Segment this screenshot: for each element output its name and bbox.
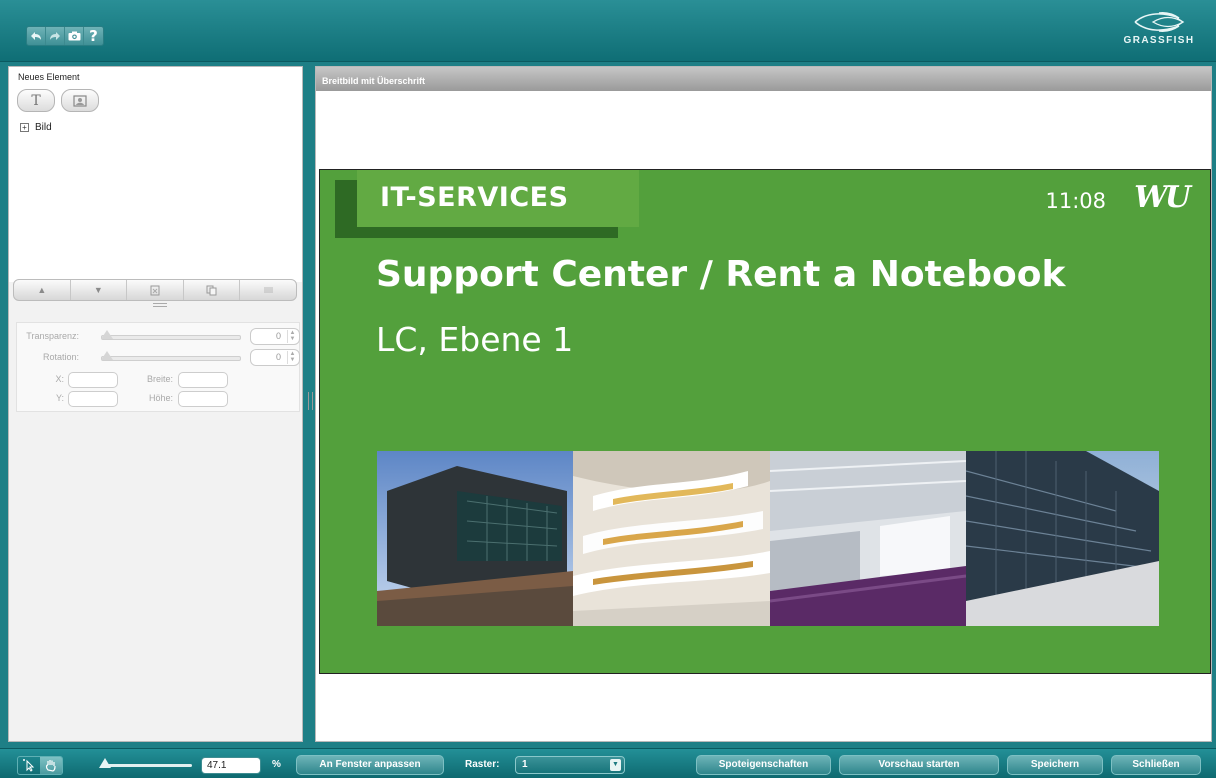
camera-icon[interactable] [65,27,84,45]
layer-order-toolbar: ▲ ▼ [13,279,297,301]
raster-select[interactable]: 1 ▼ [515,756,625,774]
select-tool-icon[interactable] [18,757,40,774]
bring-front-icon[interactable] [127,280,184,300]
image-element-icon [73,94,87,107]
transparency-label: Transparenz: [26,331,79,341]
raster-value: 1 [522,759,528,770]
element-panel: Neues Element T + Bild ▲ ▼ Transparenz: … [8,66,303,742]
rotation-input[interactable]: 0 ▲ ▼ [250,349,300,366]
height-field[interactable] [178,391,228,407]
y-label: Y: [55,393,64,403]
canvas-tools [17,756,63,775]
hand-tool-icon[interactable] [40,757,62,774]
slide-preview[interactable]: IT-SERVICES 11:08 WU Support Center / Re… [319,169,1211,674]
copy-icon[interactable] [184,280,241,300]
transparency-slider[interactable] [101,335,241,340]
move-down-icon[interactable]: ▼ [71,280,128,300]
zoom-unit: % [272,759,281,770]
rotation-value: 0 [275,352,281,362]
preview-button[interactable]: Vorschau starten [839,755,999,775]
raster-label: Raster: [465,759,500,770]
hall-interior-photo [770,451,966,626]
zoom-input[interactable]: 47.1 [201,757,261,774]
brand-name: GRASSFISH [1123,35,1195,46]
tree-item-label: Bild [35,122,52,133]
move-up-icon[interactable]: ▲ [14,280,71,300]
new-element-buttons: T [17,89,99,112]
transparency-value: 0 [275,331,281,341]
slide-header-text: IT-SERVICES [380,182,569,213]
transparency-slider-thumb[interactable] [101,330,113,339]
zoom-slider[interactable] [104,764,192,767]
spinner-arrows-icon[interactable]: ▲ ▼ [287,351,297,364]
help-icon[interactable]: ? [84,27,103,45]
tree-item-bild[interactable]: + Bild [20,122,52,133]
grassfish-logo: GRASSFISH [1114,10,1204,54]
redo-icon[interactable] [46,27,65,45]
editor-canvas: Breitbild mit Überschrift IT-SERVICES 11… [315,66,1212,742]
atrium-interior-photo [573,451,770,626]
slide-clock: 11:08 [1045,189,1106,213]
rotation-label: Rotation: [42,352,79,362]
list-icon[interactable] [240,280,296,300]
wu-logo: WU [1134,180,1191,215]
building-exterior-photo [377,451,573,626]
add-image-button[interactable] [61,89,99,112]
save-button[interactable]: Speichern [1007,755,1103,775]
slide-subtitle: LC, Ebene 1 [376,320,574,359]
panel-splitter[interactable] [308,392,313,410]
element-tree-area: Neues Element T + Bild [9,67,302,282]
expand-icon[interactable]: + [20,123,29,132]
rotation-slider-thumb[interactable] [101,351,113,360]
slide-title: Support Center / Rent a Notebook [376,254,1066,295]
fit-to-window-button[interactable]: An Fenster anpassen [296,755,444,775]
bottom-toolbar: 47.1 % An Fenster anpassen Raster: 1 ▼ S… [0,748,1216,778]
top-toolbar: ? GRASSFISH [0,0,1216,62]
properties-panel: Transparenz: 0 ▲ ▼ Rotation: 0 ▲ ▼ X: Brei… [16,322,300,412]
height-label: Höhe: [148,393,173,403]
x-label: X: [55,374,64,384]
width-field[interactable] [178,372,228,388]
history-toolbar: ? [26,26,104,46]
rotation-slider[interactable] [101,356,241,361]
width-label: Breite: [146,374,173,384]
layout-title: Breitbild mit Überschrift [316,67,1211,91]
undo-icon[interactable] [27,27,46,45]
zoom-slider-thumb[interactable] [99,758,111,768]
panel-resize-grip[interactable] [153,303,167,307]
facade-photo [966,451,1159,626]
new-element-title: Neues Element [18,72,80,82]
chevron-down-icon[interactable]: ▼ [610,759,621,771]
text-element-icon: T [31,92,41,109]
spinner-arrows-icon[interactable]: ▲ ▼ [287,330,297,343]
add-text-button[interactable]: T [17,89,55,112]
spot-properties-button[interactable]: Spoteigenschaften [696,755,831,775]
transparency-input[interactable]: 0 ▲ ▼ [250,328,300,345]
close-button[interactable]: Schließen [1111,755,1201,775]
photo-strip[interactable] [377,451,1159,626]
